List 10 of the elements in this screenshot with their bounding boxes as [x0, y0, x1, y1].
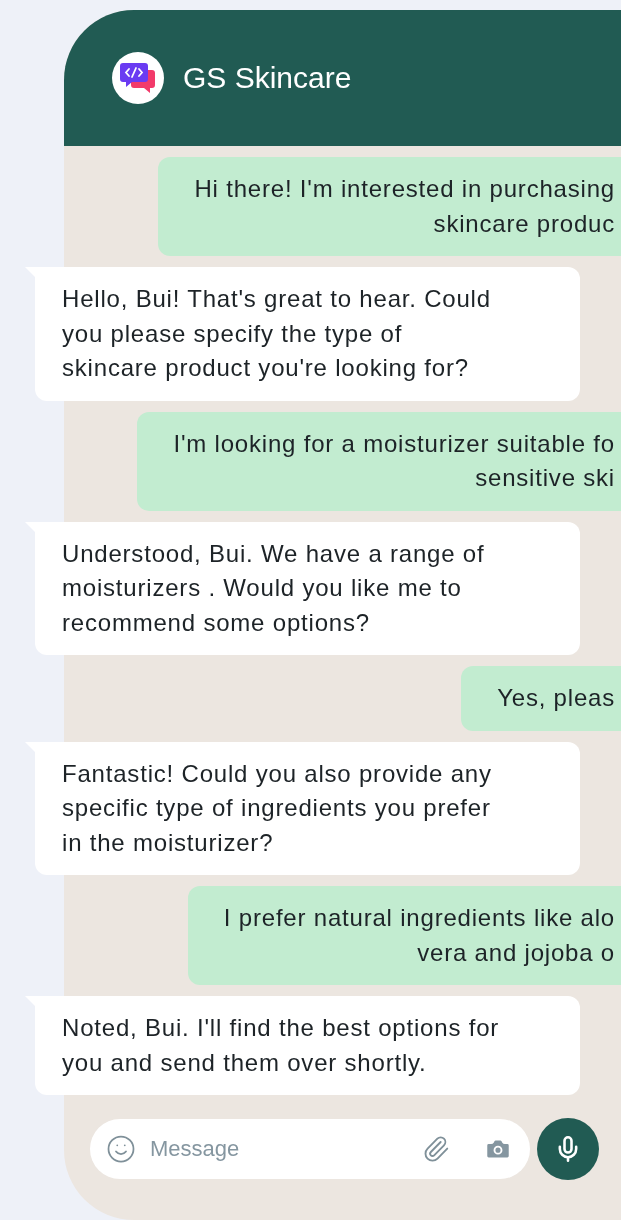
attach-icon[interactable] [422, 1135, 450, 1163]
emoji-icon[interactable] [106, 1134, 136, 1164]
sent-message: Hi there! I'm interested in purchasing skincare produc [158, 157, 621, 256]
chat-title: GS Skincare [183, 61, 352, 95]
sent-message: Yes, pleas [461, 666, 621, 731]
logo-icon [112, 52, 164, 104]
message-field[interactable]: Message [90, 1119, 530, 1179]
message-input[interactable]: Message [148, 1135, 410, 1163]
sent-message: I'm looking for a moisturizer suitable fo sensitive ski [137, 411, 621, 511]
sent-message: I prefer natural ingredients like alo vera and jojoba o [187, 886, 621, 985]
